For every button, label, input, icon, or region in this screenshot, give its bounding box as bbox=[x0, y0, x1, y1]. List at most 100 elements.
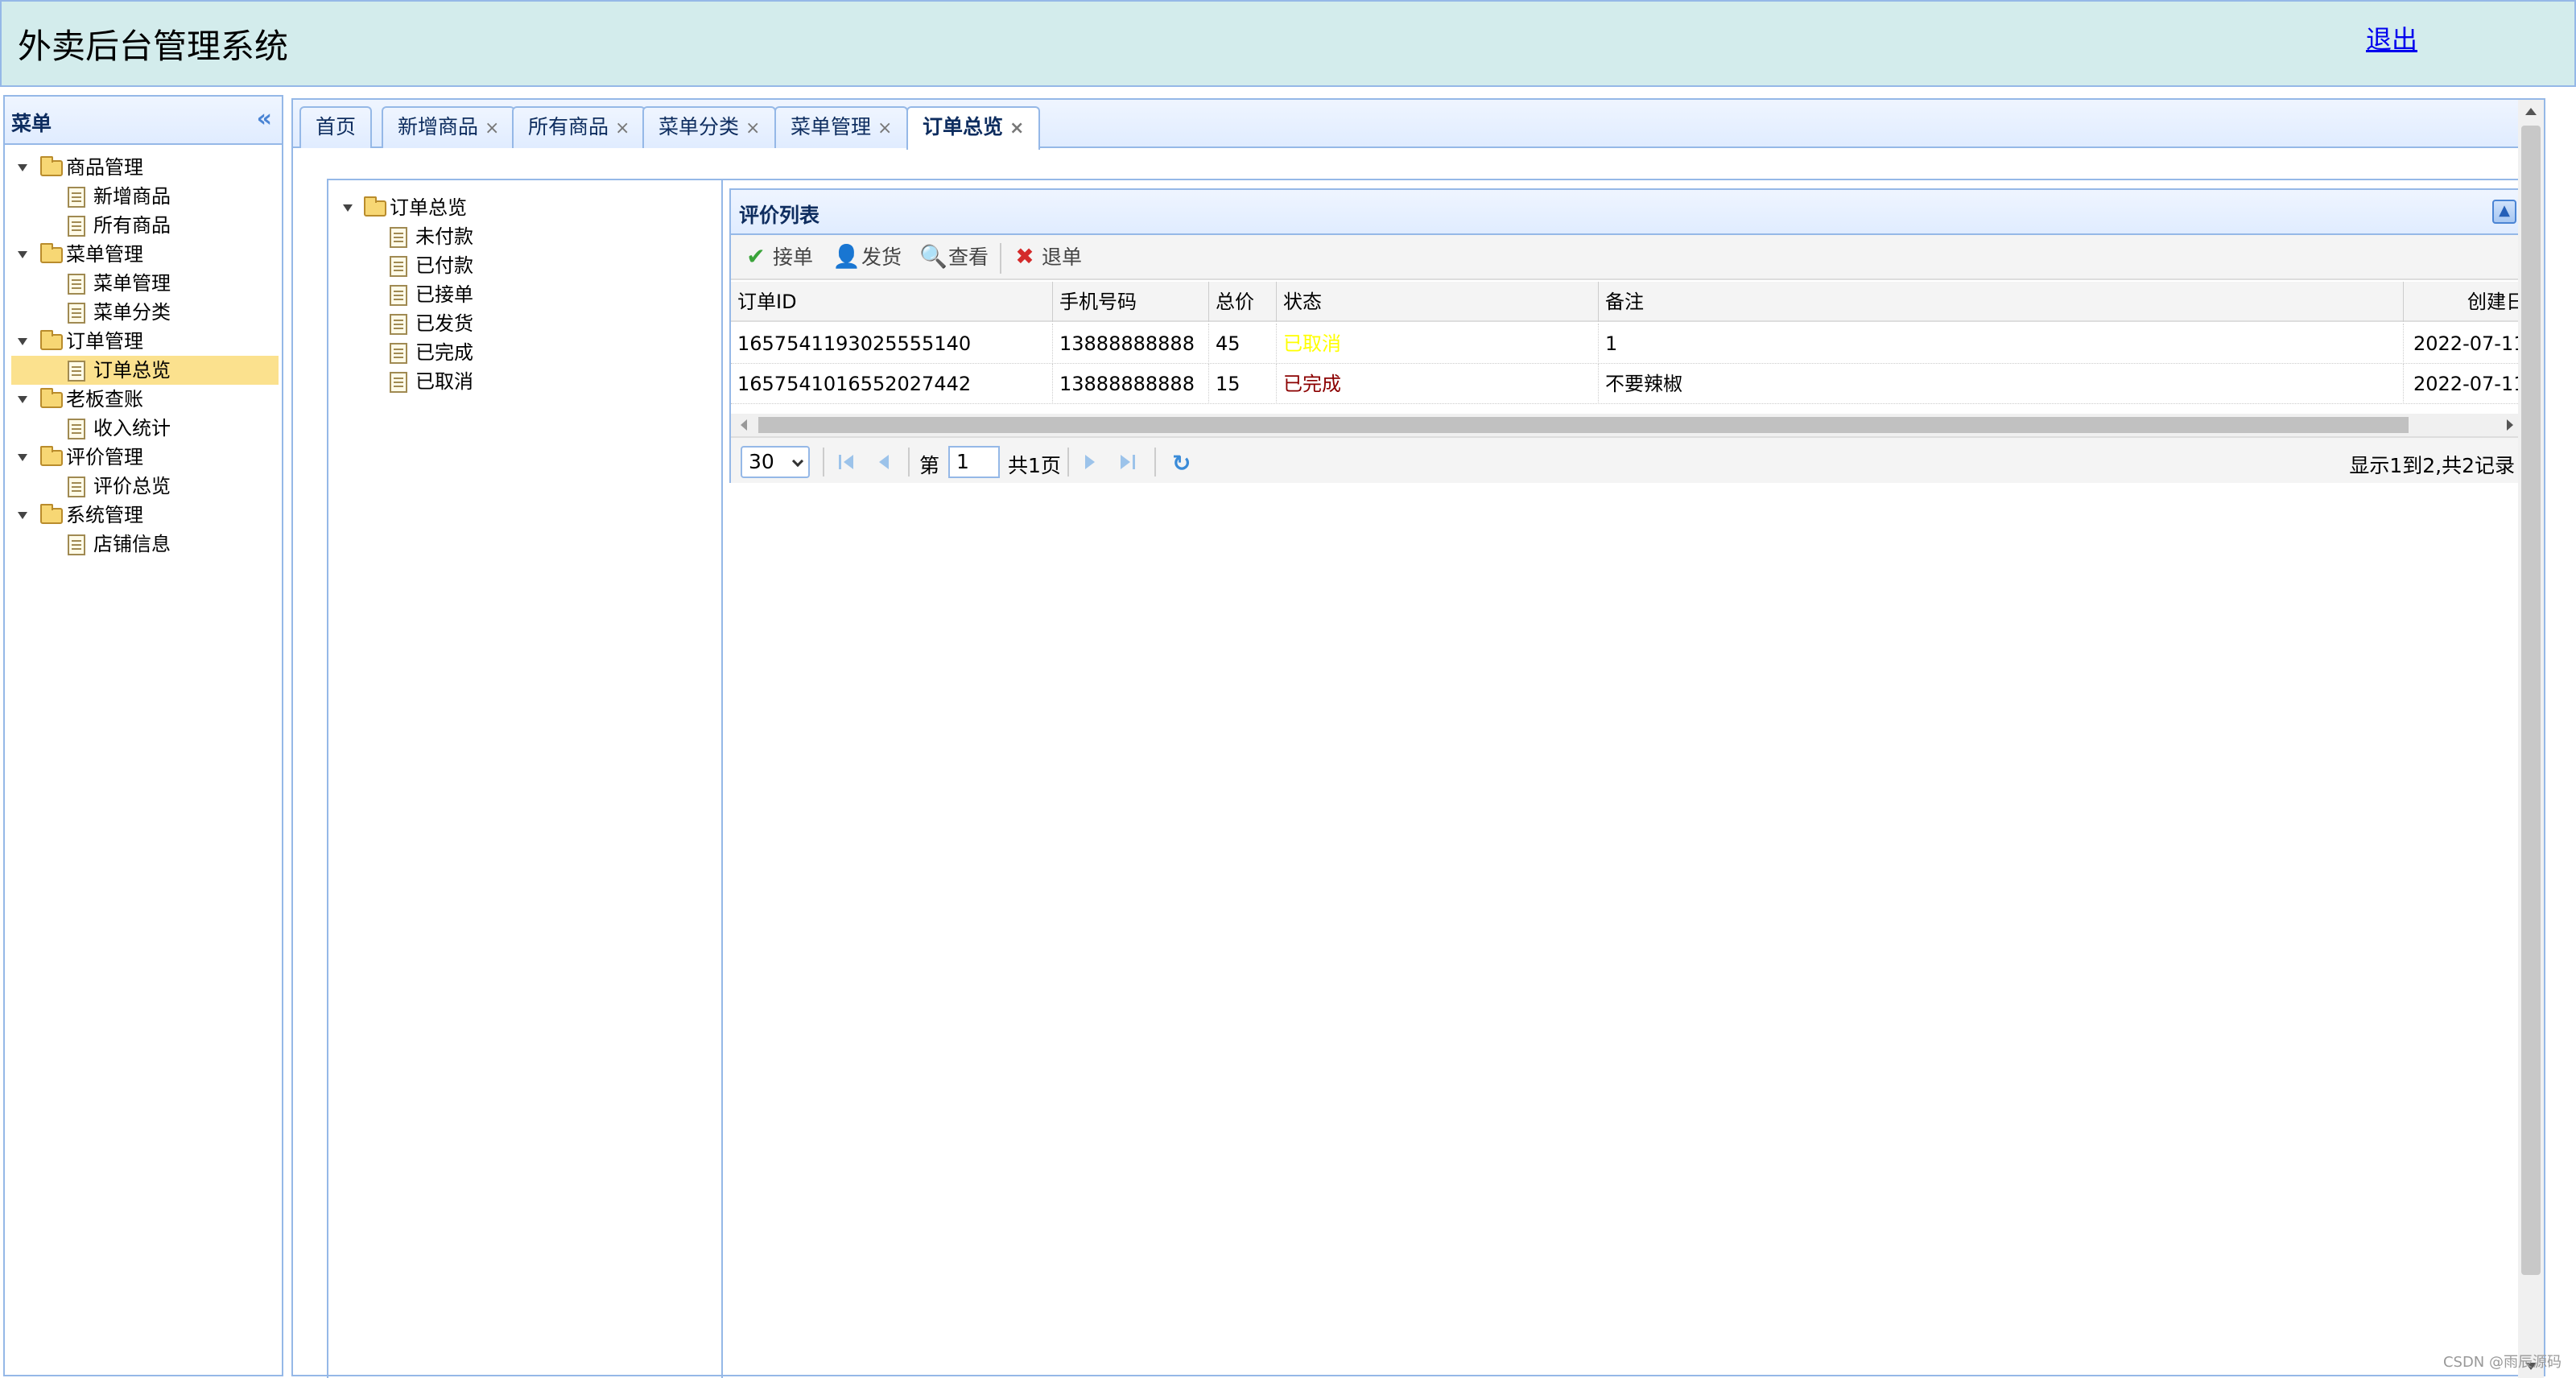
column-header[interactable]: 总价 bbox=[1209, 282, 1277, 322]
expand-arrow-icon[interactable] bbox=[343, 204, 353, 212]
menu-item[interactable]: 菜单分类 bbox=[11, 298, 279, 327]
close-icon[interactable]: × bbox=[485, 118, 499, 138]
table-row[interactable]: 16575411930255551401388888888845已取消12022… bbox=[731, 324, 2523, 364]
logout-link[interactable]: 退出 bbox=[2366, 19, 2417, 56]
next-page-icon[interactable] bbox=[1080, 452, 1100, 472]
menu-group-label: 订单管理 bbox=[66, 327, 143, 356]
menu-group[interactable]: 老板查账 bbox=[5, 385, 279, 414]
ship-order-button[interactable]: 👤 发货 bbox=[828, 241, 902, 274]
pager-separator bbox=[1154, 448, 1156, 477]
menu-panel: 菜单 « 商品管理新增商品所有商品菜单管理菜单管理菜单分类订单管理订单总览老板查… bbox=[3, 95, 283, 1376]
app-header: 外卖后台管理系统 退出 bbox=[0, 0, 2576, 87]
tab-label: 所有商品 bbox=[528, 115, 609, 138]
menu-item[interactable]: 新增商品 bbox=[11, 182, 279, 211]
grid-toolbar: ✔ 接单 👤 发货 🔍 查看 ✖ 退单 bbox=[731, 235, 2523, 280]
tab-label: 首页 bbox=[316, 115, 356, 138]
menu-item[interactable]: 菜单管理 bbox=[11, 269, 279, 298]
column-header[interactable]: 创建日 bbox=[2404, 282, 2526, 322]
menu-group-label: 菜单管理 bbox=[66, 240, 143, 269]
menu-group[interactable]: 评价管理 bbox=[5, 443, 279, 472]
order-tree-root[interactable]: 订单总览 bbox=[328, 193, 715, 222]
column-header[interactable]: 订单ID bbox=[731, 282, 1053, 322]
column-header[interactable]: 备注 bbox=[1599, 282, 2404, 322]
horizontal-scrollbar[interactable] bbox=[731, 414, 2523, 436]
menu-group[interactable]: 菜单管理 bbox=[5, 240, 279, 269]
scroll-up-icon[interactable] bbox=[2525, 108, 2537, 115]
order-status-item[interactable]: 未付款 bbox=[328, 222, 715, 251]
menu-item[interactable]: 评价总览 bbox=[11, 472, 279, 501]
table-cell-created: 2022-07-11 bbox=[2404, 324, 2526, 364]
order-status-item[interactable]: 已接单 bbox=[328, 280, 715, 309]
tab-label: 菜单分类 bbox=[658, 115, 739, 138]
tab[interactable]: 新增商品× bbox=[382, 106, 515, 148]
scroll-right-icon[interactable] bbox=[2507, 419, 2513, 431]
scroll-thumb[interactable] bbox=[2521, 126, 2541, 1275]
order-status-item[interactable]: 已发货 bbox=[328, 309, 715, 338]
close-icon[interactable]: × bbox=[1009, 118, 1024, 138]
scroll-thumb[interactable] bbox=[758, 417, 2409, 433]
close-icon[interactable]: × bbox=[877, 118, 892, 138]
prev-page-icon[interactable] bbox=[874, 452, 894, 472]
tab-label: 菜单管理 bbox=[791, 115, 871, 138]
order-status-item[interactable]: 已付款 bbox=[328, 251, 715, 280]
file-icon bbox=[390, 227, 407, 248]
expand-arrow-icon[interactable] bbox=[18, 396, 27, 403]
menu-group[interactable]: 商品管理 bbox=[5, 153, 279, 182]
menu-group[interactable]: 系统管理 bbox=[5, 501, 279, 530]
menu-group[interactable]: 订单管理 bbox=[5, 327, 279, 356]
menu-tree: 商品管理新增商品所有商品菜单管理菜单管理菜单分类订单管理订单总览老板查账收入统计… bbox=[5, 153, 282, 559]
file-icon bbox=[68, 303, 85, 324]
collapse-up-icon[interactable]: ▲ bbox=[2492, 200, 2516, 224]
page-prefix: 第 bbox=[919, 450, 939, 479]
expand-arrow-icon[interactable] bbox=[18, 454, 27, 461]
last-page-icon[interactable] bbox=[1117, 452, 1137, 472]
user-icon: 👤 bbox=[832, 245, 857, 269]
tab[interactable]: 首页 bbox=[299, 106, 372, 148]
page-size-value: 30 bbox=[749, 450, 774, 473]
folder-icon bbox=[40, 392, 63, 408]
order-status-item[interactable]: 已完成 bbox=[328, 338, 715, 367]
vertical-scrollbar[interactable] bbox=[2518, 100, 2544, 1378]
order-status-label: 已发货 bbox=[415, 309, 473, 338]
tab[interactable]: 菜单分类 × bbox=[642, 106, 776, 148]
menu-item-label: 收入统计 bbox=[93, 414, 171, 443]
page-size-select[interactable]: 30 bbox=[741, 446, 810, 478]
refund-order-button[interactable]: ✖ 退单 bbox=[1008, 241, 1082, 274]
tab[interactable]: 订单总览× bbox=[906, 106, 1040, 150]
table-row[interactable]: 16575410165520274421388888888815已完成不要辣椒2… bbox=[731, 364, 2523, 404]
checkmark-icon: ✔ bbox=[744, 245, 768, 269]
close-icon[interactable]: × bbox=[745, 118, 760, 138]
table-cell-note: 不要辣椒 bbox=[1599, 364, 2404, 404]
content-frame: 订单总览未付款已付款已接单已发货已完成已取消 评价列表 ▲ ✔ 接单 👤 发货 … bbox=[327, 179, 2541, 1378]
folder-icon bbox=[40, 160, 63, 176]
expand-arrow-icon[interactable] bbox=[18, 251, 27, 258]
first-page-icon[interactable] bbox=[837, 452, 857, 472]
page-number-input[interactable]: 1 bbox=[948, 446, 1000, 478]
collapse-left-icon[interactable]: « bbox=[257, 105, 272, 133]
menu-item[interactable]: 收入统计 bbox=[11, 414, 279, 443]
menu-panel-header: 菜单 « bbox=[5, 97, 282, 145]
table-cell-created: 2022-07-11 bbox=[2404, 364, 2526, 404]
close-icon[interactable]: × bbox=[615, 118, 630, 138]
menu-item[interactable]: 订单总览 bbox=[11, 356, 279, 385]
expand-arrow-icon[interactable] bbox=[18, 512, 27, 519]
column-header[interactable]: 状态 bbox=[1277, 282, 1599, 322]
order-status-label: 未付款 bbox=[415, 222, 473, 251]
menu-item-label: 菜单分类 bbox=[93, 298, 171, 327]
expand-arrow-icon[interactable] bbox=[18, 164, 27, 171]
accept-order-button[interactable]: ✔ 接单 bbox=[739, 241, 813, 274]
file-icon bbox=[68, 477, 85, 497]
expand-arrow-icon[interactable] bbox=[18, 338, 27, 345]
menu-item[interactable]: 所有商品 bbox=[11, 211, 279, 240]
refresh-icon[interactable]: ↻ bbox=[1172, 450, 1191, 477]
order-status-item[interactable]: 已取消 bbox=[328, 367, 715, 396]
view-order-button[interactable]: 🔍 查看 bbox=[914, 241, 989, 274]
tab[interactable]: 所有商品 × bbox=[512, 106, 646, 148]
menu-group-label: 老板查账 bbox=[66, 385, 143, 414]
view-order-label: 查看 bbox=[948, 245, 989, 269]
scroll-left-icon[interactable] bbox=[741, 419, 747, 431]
menu-item[interactable]: 店铺信息 bbox=[11, 530, 279, 559]
folder-icon bbox=[364, 200, 386, 217]
column-header[interactable]: 手机号码 bbox=[1053, 282, 1209, 322]
tab[interactable]: 菜单管理 × bbox=[774, 106, 908, 148]
